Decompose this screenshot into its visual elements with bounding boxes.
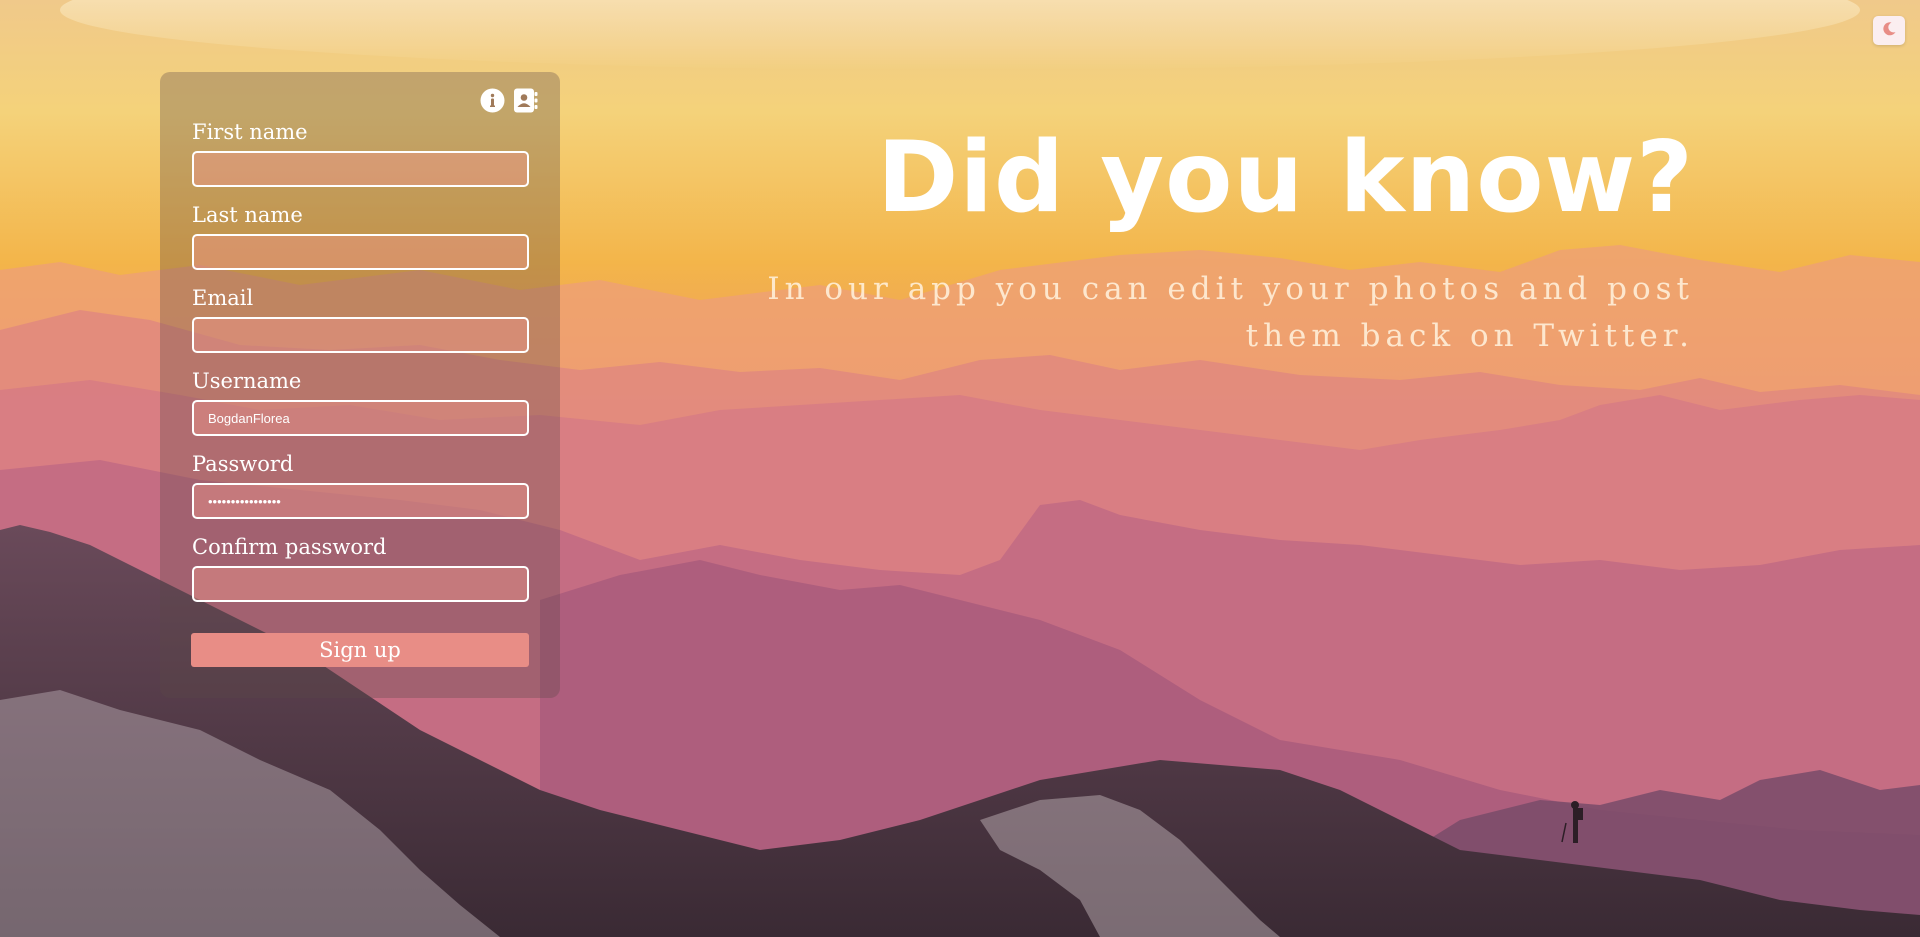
signup-form: First name Last name Email Username Pass… [160,72,560,698]
email-label: Email [192,286,254,310]
username-field: Username [192,368,529,436]
hero-subtitle: In our app you can edit your photos and … [767,271,1694,354]
first-name-input[interactable] [192,151,529,187]
panel-icon-bar [480,88,538,117]
contacts-button[interactable] [513,88,538,117]
email-input[interactable] [192,317,529,353]
hero-title: Did you know? [877,121,1694,235]
first-name-label: First name [192,120,308,144]
password-input[interactable] [192,483,529,519]
signup-button[interactable]: Sign up [191,633,529,667]
confirm-password-field: Confirm password [192,534,529,602]
password-field: Password [192,451,529,519]
contact-book-icon [513,88,538,117]
email-field: Email [192,285,529,353]
info-icon [480,88,505,117]
moon-icon [1881,21,1897,41]
confirm-password-input[interactable] [192,566,529,602]
username-input[interactable] [192,400,529,436]
last-name-label: Last name [192,203,303,227]
username-label: Username [192,369,302,393]
last-name-field: Last name [192,202,529,270]
last-name-input[interactable] [192,234,529,270]
confirm-password-label: Confirm password [192,535,387,559]
theme-toggle-button[interactable] [1873,16,1905,45]
first-name-field: First name [192,119,529,187]
password-label: Password [192,452,294,476]
info-button[interactable] [480,88,505,117]
